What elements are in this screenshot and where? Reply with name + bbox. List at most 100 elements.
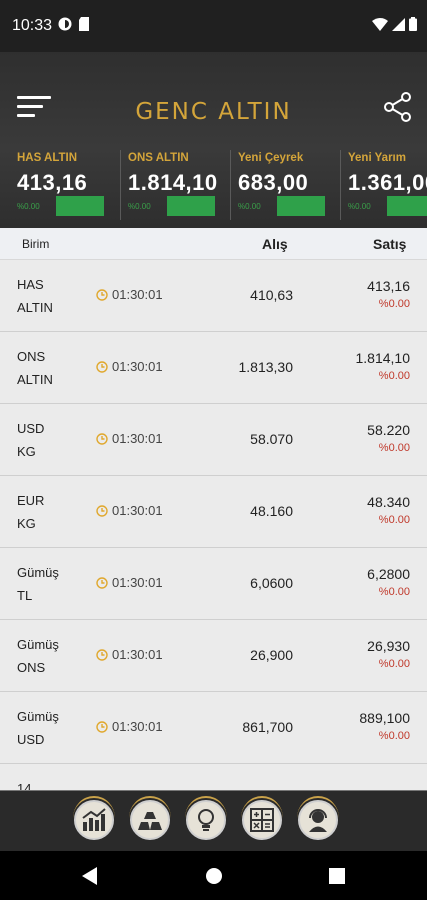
ticker-item[interactable]: ONS ALTIN 1.814,10 %0.00 (120, 150, 230, 220)
row-alis: 410,63 (250, 287, 293, 303)
nav-calculator-button[interactable] (241, 796, 283, 840)
table-row[interactable]: ONS ALTIN 01:30:01 1.813,30 1.814,10 %0.… (0, 332, 427, 404)
row-change: %0.00 (378, 370, 410, 382)
row-time: 01:30:01 (96, 431, 163, 446)
table-row[interactable]: Gümüş TL 01:30:01 6,0600 6,2800 %0.00 (0, 548, 427, 620)
row-time-text: 01:30:01 (112, 431, 163, 446)
nav-support-button[interactable] (297, 796, 339, 840)
app-header: GENC ALTIN HAS ALTIN 413,16 %0.00 ONS AL… (0, 52, 427, 228)
ticker-change: %0.00 (17, 202, 40, 211)
nav-gold-button[interactable] (129, 796, 171, 840)
row-time-text: 01:30:01 (112, 575, 163, 590)
table-row[interactable]: Gümüş ONS 01:30:01 26,900 26,930 %0.00 (0, 620, 427, 692)
status-bar: 10:33 (0, 0, 427, 52)
idea-icon (198, 809, 214, 831)
ticker-item[interactable]: Yeni Yarım 1.361,00 %0.00 (340, 150, 427, 220)
ticker-change-bar (277, 196, 325, 216)
row-change: %0.00 (378, 658, 410, 670)
ticker-change-bar (387, 196, 427, 216)
row-satis: 26,930 (367, 638, 410, 654)
android-nav-bar (0, 851, 427, 900)
row-change: %0.00 (378, 442, 410, 454)
table-row[interactable]: Gümüş USD 01:30:01 861,700 889,100 %0.00 (0, 692, 427, 764)
ticker-item[interactable]: Yeni Çeyrek 683,00 %0.00 (230, 150, 340, 220)
row-name: EUR KG (17, 493, 45, 531)
row-satis: 6,2800 (367, 566, 410, 582)
row-time: 01:30:01 (96, 287, 163, 302)
column-header-birim: Birim (22, 237, 50, 251)
row-name: 14 (17, 781, 32, 790)
row-alis: 1.813,30 (238, 359, 294, 375)
home-icon[interactable] (205, 867, 223, 885)
row-alis: 861,700 (242, 719, 293, 735)
row-alis: 48.160 (250, 503, 293, 519)
ticker-value: 683,00 (238, 170, 309, 195)
row-change: %0.00 (378, 730, 410, 742)
column-header-alis: Alış (262, 236, 288, 252)
ticker-change-bar (167, 196, 215, 216)
support-icon (309, 809, 327, 832)
row-satis: 413,16 (367, 278, 410, 294)
sd-card-icon (79, 17, 89, 31)
row-satis: 58.220 (367, 422, 410, 438)
clock-icon (96, 576, 108, 589)
row-time: 01:30:01 (96, 503, 163, 518)
table-row[interactable]: EUR KG 01:30:01 48.160 48.340 %0.00 (0, 476, 427, 548)
share-icon[interactable] (384, 92, 412, 122)
clock-icon (96, 720, 108, 733)
price-list[interactable]: HAS ALTIN 01:30:01 410,63 413,16 %0.00 O… (0, 260, 427, 790)
nav-chart-button[interactable] (73, 796, 115, 840)
status-notification-icons (58, 17, 90, 31)
clock-icon (96, 648, 108, 661)
ticker-change: %0.00 (238, 202, 261, 211)
row-alis: 6,0600 (250, 575, 293, 591)
bottom-nav (0, 790, 427, 851)
row-name: Gümüş ONS (17, 637, 59, 675)
table-row[interactable]: 14 (0, 764, 427, 790)
table-header: Birim Alış Satış (0, 228, 427, 260)
row-time: 01:30:01 (96, 359, 163, 374)
row-name: Gümüş TL (17, 565, 59, 603)
row-time-text: 01:30:01 (112, 287, 163, 302)
back-icon[interactable] (82, 867, 98, 885)
row-time-text: 01:30:01 (112, 719, 163, 734)
ticker-name: HAS ALTIN (17, 152, 78, 164)
table-row[interactable]: HAS ALTIN 01:30:01 410,63 413,16 %0.00 (0, 260, 427, 332)
recents-icon[interactable] (329, 868, 345, 884)
table-row[interactable]: USD KG 01:30:01 58.070 58.220 %0.00 (0, 404, 427, 476)
ticker-value: 413,16 (17, 170, 88, 195)
ticker-name: Yeni Yarım (348, 152, 406, 164)
row-satis: 1.814,10 (355, 350, 411, 366)
signal-icon (392, 17, 405, 31)
row-alis: 26,900 (250, 647, 293, 663)
ticker-value: 1.361,00 (348, 170, 427, 195)
ticker-strip[interactable]: HAS ALTIN 413,16 %0.00 ONS ALTIN 1.814,1… (0, 150, 427, 220)
row-change: %0.00 (378, 298, 410, 310)
row-change: %0.00 (378, 586, 410, 598)
row-time-text: 01:30:01 (112, 503, 163, 518)
ticker-name: Yeni Çeyrek (238, 152, 304, 164)
row-time-text: 01:30:01 (112, 359, 163, 374)
gold-bars-icon (138, 812, 162, 830)
ticker-change: %0.00 (128, 202, 151, 211)
status-time: 10:33 (12, 17, 53, 34)
clock-icon (96, 288, 108, 301)
media-icon (58, 17, 72, 31)
row-change: %0.00 (378, 514, 410, 526)
wifi-icon (372, 17, 388, 31)
row-alis: 58.070 (250, 431, 293, 447)
row-time: 01:30:01 (96, 719, 163, 734)
row-satis: 889,100 (359, 710, 410, 726)
battery-icon (409, 17, 417, 31)
app-title: GENC ALTIN (135, 99, 292, 125)
calculator-icon (250, 808, 274, 832)
ticker-item[interactable]: HAS ALTIN 413,16 %0.00 (10, 150, 120, 220)
chart-icon (82, 808, 106, 831)
column-header-satis: Satış (373, 236, 407, 252)
row-name: Gümüş USD (17, 709, 59, 747)
nav-idea-button[interactable] (185, 796, 227, 840)
ticker-value: 1.814,10 (128, 170, 218, 195)
row-name: HAS ALTIN (17, 277, 53, 315)
ticker-name: ONS ALTIN (128, 152, 189, 164)
row-satis: 48.340 (367, 494, 410, 510)
